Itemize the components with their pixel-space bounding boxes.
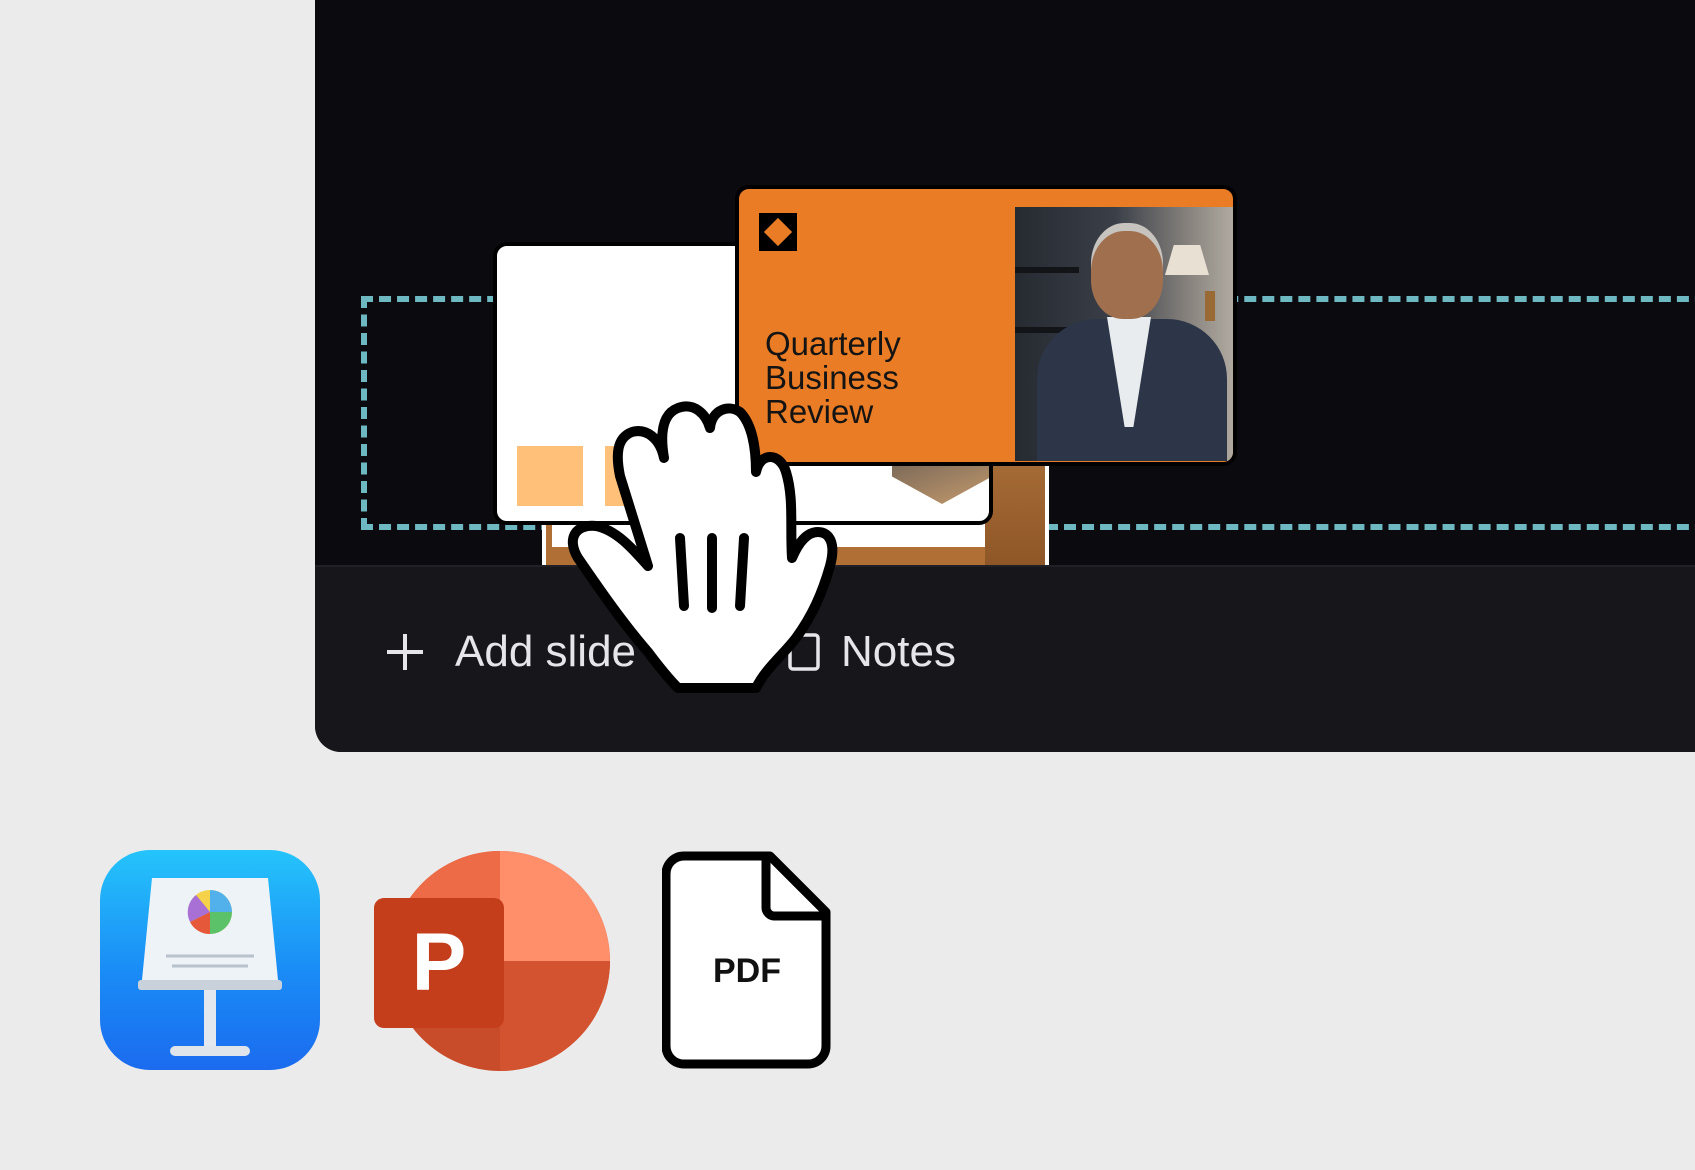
powerpoint-logo-icon: P — [374, 851, 610, 1071]
slide-editor: Quarterly Business Review Add slide Note… — [315, 0, 1695, 752]
wall-lamp — [1165, 245, 1209, 275]
slide-title-line: Quarterly — [765, 325, 901, 362]
keynote-podium-icon — [138, 878, 282, 1056]
pdf-file-icon[interactable]: PDF — [661, 850, 832, 1070]
slide-title-line: Business — [765, 359, 899, 396]
editor-bottom-bar: Add slide Notes — [315, 565, 1695, 752]
plus-icon — [387, 634, 423, 670]
presenter-photo — [1015, 207, 1233, 461]
bookshelf — [1015, 267, 1079, 273]
pdf-label: PDF — [713, 952, 781, 990]
powerpoint-icon[interactable]: P — [370, 850, 610, 1072]
wall-lamp-base — [1205, 291, 1215, 321]
presenter-head — [1091, 231, 1163, 319]
brand-logo-icon — [759, 213, 797, 251]
svg-text:P: P — [412, 917, 467, 1008]
grab-hand-cursor-icon — [567, 401, 838, 693]
keynote-icon[interactable] — [100, 850, 320, 1070]
